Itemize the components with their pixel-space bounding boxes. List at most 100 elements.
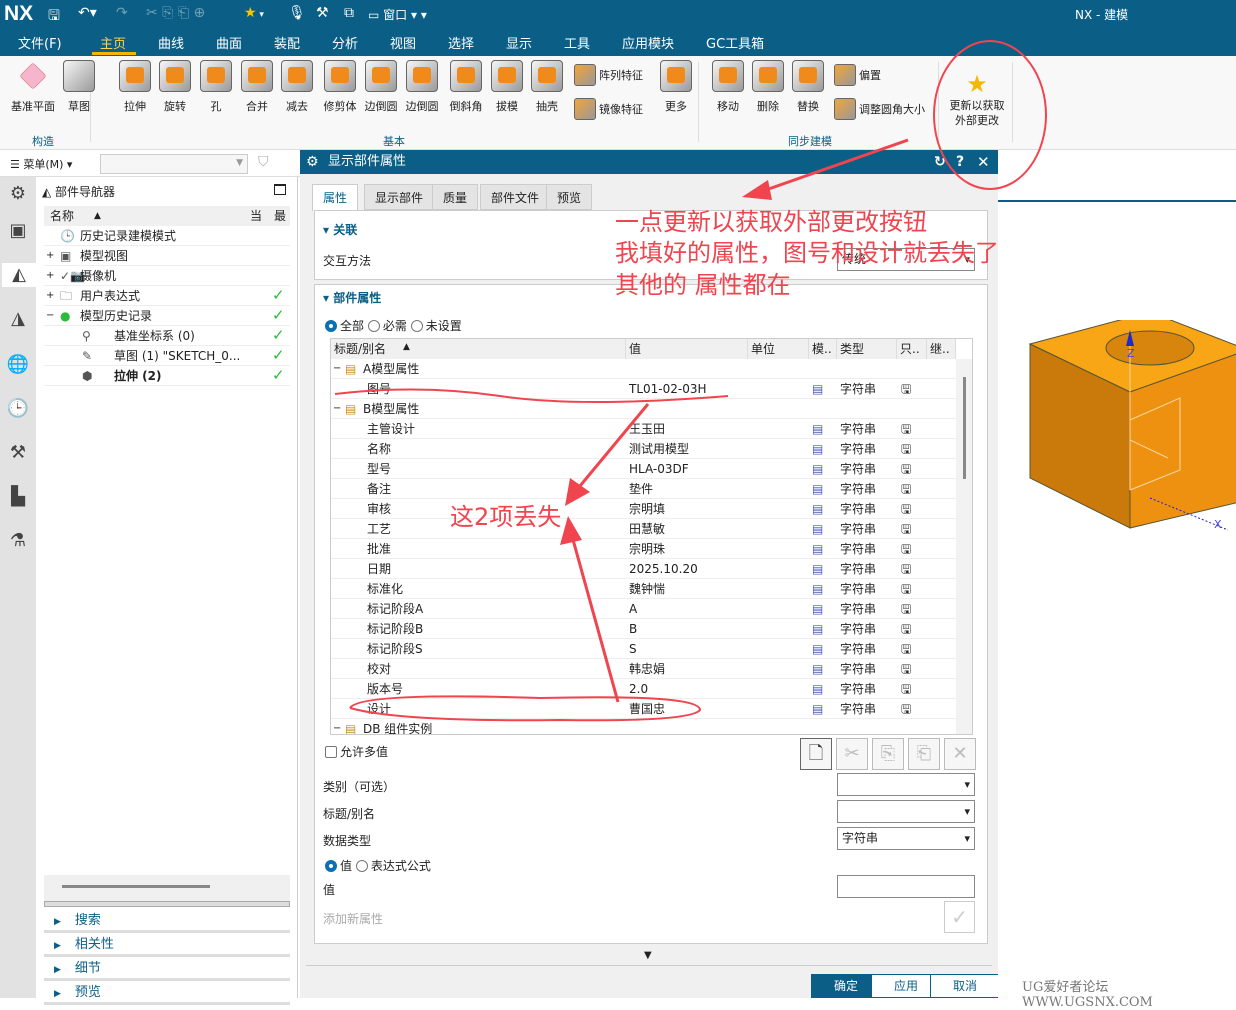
- menu-button[interactable]: ☰ 菜单(M) ▾: [10, 156, 72, 172]
- cut-icon[interactable]: ✂ ⎘ ⎗ ⊕: [146, 5, 205, 21]
- accordion-2[interactable]: ▶ 细节: [44, 957, 290, 981]
- ribbon-button[interactable]: 孔: [194, 60, 238, 114]
- close-icon[interactable]: ✕: [977, 150, 990, 174]
- save-icon[interactable]: 🖫: [48, 5, 60, 29]
- column-header[interactable]: 只..: [897, 339, 927, 359]
- accordion-0[interactable]: ▶ 搜索: [44, 909, 290, 933]
- menu-tab-1[interactable]: 主页: [100, 33, 126, 52]
- new-property-button[interactable]: 🗋: [800, 738, 832, 770]
- filter-unset-radio[interactable]: 未设置: [410, 319, 462, 333]
- panel-splitter[interactable]: [44, 901, 290, 907]
- navigator-hscroll[interactable]: [44, 875, 290, 901]
- settings-icon[interactable]: ⚙: [6, 182, 30, 206]
- menu-tab-0[interactable]: 文件(F): [18, 33, 62, 52]
- column-header[interactable]: 标题/别名: [331, 339, 626, 359]
- menu-tab-3[interactable]: 曲面: [216, 33, 242, 52]
- table-row[interactable]: 日期 2025.10.20 ▤ 字符串 🖫: [331, 559, 956, 579]
- cancel-button[interactable]: 取消: [930, 974, 1000, 998]
- help-icon[interactable]: ?: [956, 150, 964, 174]
- microphone-icon[interactable]: 🎙: [288, 5, 306, 21]
- expand-icon[interactable]: +: [46, 286, 54, 306]
- expand-icon[interactable]: +: [46, 246, 54, 266]
- table-row[interactable]: 型号 HLA-03DF ▤ 字符串 🖫: [331, 459, 956, 479]
- tree-row[interactable]: 🕒 历史记录建模模式: [44, 226, 290, 246]
- tree-row[interactable]: ✓📷 摄像机 +: [44, 266, 290, 286]
- ribbon-button[interactable]: 边倒圆: [359, 60, 403, 114]
- table-row[interactable]: 审核 宗明填 ▤ 字符串 🖫: [331, 499, 956, 519]
- undo-icon[interactable]: ↶▾: [78, 5, 97, 21]
- menu-tab-10[interactable]: 应用模块: [622, 33, 674, 52]
- table-row[interactable]: 版本号 2.0 ▤ 字符串 🖫: [331, 679, 956, 699]
- table-row[interactable]: 备注 垫件 ▤ 字符串 🖫: [331, 479, 956, 499]
- table-row[interactable]: 设计 曹国忠 ▤ 字符串 🖫: [331, 699, 956, 719]
- menu-tab-2[interactable]: 曲线: [158, 33, 184, 52]
- ribbon-button[interactable]: 合并: [235, 60, 279, 114]
- column-latest[interactable]: 最: [274, 206, 286, 226]
- filter-reset-icon[interactable]: ⛉: [258, 154, 269, 170]
- ribbon-button[interactable]: 边倒圆: [400, 60, 444, 114]
- column-current[interactable]: 当: [250, 206, 262, 226]
- ribbon-button[interactable]: 拉伸: [113, 60, 157, 114]
- accordion-3[interactable]: ▶ 预览: [44, 981, 290, 1005]
- redo-icon[interactable]: ↷: [116, 5, 128, 21]
- delete-property-button[interactable]: ✕: [944, 738, 976, 770]
- table-row[interactable]: 标记阶段A A ▤ 字符串 🖫: [331, 599, 956, 619]
- ribbon-button[interactable]: 修剪体: [318, 60, 362, 114]
- menu-tab-4[interactable]: 装配: [274, 33, 300, 52]
- column-header[interactable]: 单位: [748, 339, 809, 359]
- category-dropdown[interactable]: [837, 773, 975, 796]
- tree-row[interactable]: ✎ 草图 (1) "SKETCH_0... ✓: [44, 346, 290, 366]
- title-alias-dropdown[interactable]: [837, 800, 975, 823]
- collapse-icon[interactable]: −: [333, 359, 341, 379]
- table-row[interactable]: 标记阶段S S ▤ 字符串 🖫: [331, 639, 956, 659]
- constraint-navigator-icon[interactable]: ◮: [6, 307, 30, 331]
- ribbon-button[interactable]: 删除: [746, 60, 790, 114]
- dialog-tab-2[interactable]: 质量: [432, 184, 479, 210]
- accordion-1[interactable]: ▶ 相关性: [44, 933, 290, 957]
- data-type-dropdown[interactable]: 字符串: [837, 827, 975, 850]
- pattern-feature-button[interactable]: 阵列特征: [574, 64, 643, 86]
- menu-tab-7[interactable]: 选择: [448, 33, 474, 52]
- ribbon-button[interactable]: 草图: [57, 60, 101, 114]
- menu-tab-9[interactable]: 工具: [564, 33, 590, 52]
- column-header[interactable]: 模..: [809, 339, 837, 359]
- ribbon-button[interactable]: 旋转: [153, 60, 197, 114]
- collapse-icon[interactable]: −: [333, 719, 341, 734]
- value-input[interactable]: [837, 875, 975, 898]
- filter-required-radio[interactable]: 必需: [367, 319, 407, 333]
- table-row[interactable]: 校对 韩忠娟 ▤ 字符串 🖫: [331, 659, 956, 679]
- maximize-icon[interactable]: [274, 184, 286, 195]
- history-icon[interactable]: 🕒: [6, 397, 30, 421]
- ribbon-button[interactable]: 替换: [786, 60, 830, 114]
- selection-filter-dropdown[interactable]: ▼: [100, 154, 248, 174]
- expand-more-icon[interactable]: ▼: [644, 950, 652, 961]
- tree-row[interactable]: ▣ 模型视图 +: [44, 246, 290, 266]
- graphics-viewport[interactable]: Z X: [998, 150, 1236, 998]
- ribbon-button[interactable]: 更多: [654, 60, 698, 114]
- table-row[interactable]: 工艺 田慧敏 ▤ 字符串 🖫: [331, 519, 956, 539]
- table-scrollbar[interactable]: [956, 359, 972, 734]
- menu-tab-11[interactable]: GC工具箱: [706, 33, 764, 52]
- reset-icon[interactable]: ↻: [934, 150, 946, 174]
- part-properties-section[interactable]: ▾ 部件属性: [323, 289, 381, 306]
- column-header[interactable]: 继..: [927, 339, 956, 359]
- value-radio[interactable]: 值: [325, 859, 352, 873]
- favorite-star-icon[interactable]: ★ ▾: [244, 5, 264, 21]
- resize-blend-button[interactable]: 调整圆角大小: [834, 98, 925, 120]
- tree-row[interactable]: ⚲ 基准坐标系 (0) ✓: [44, 326, 290, 346]
- ribbon-button[interactable]: 减去: [275, 60, 319, 114]
- column-header[interactable]: 值: [626, 339, 748, 359]
- collapse-icon[interactable]: −: [46, 306, 54, 326]
- filter-all-radio[interactable]: 全部: [325, 319, 364, 333]
- menu-tab-5[interactable]: 分析: [332, 33, 358, 52]
- tree-row[interactable]: 🗀 用户表达式 + ✓: [44, 286, 290, 306]
- column-header[interactable]: 类型: [837, 339, 897, 359]
- allow-multiple-checkbox[interactable]: 允许多值: [325, 743, 388, 760]
- tools-icon[interactable]: ⚒: [6, 441, 30, 465]
- update-external-changes-button[interactable]: ★ 更新以获取外部更改: [946, 70, 1008, 128]
- role-icon[interactable]: ⚗: [6, 529, 30, 553]
- switch-window-icon[interactable]: ⧉: [344, 5, 354, 21]
- table-row[interactable]: 主管设计 王玉田 ▤ 字符串 🖫: [331, 419, 956, 439]
- ribbon-button[interactable]: 倒斜角: [444, 60, 488, 114]
- dialog-tab-0[interactable]: 属性: [312, 184, 359, 212]
